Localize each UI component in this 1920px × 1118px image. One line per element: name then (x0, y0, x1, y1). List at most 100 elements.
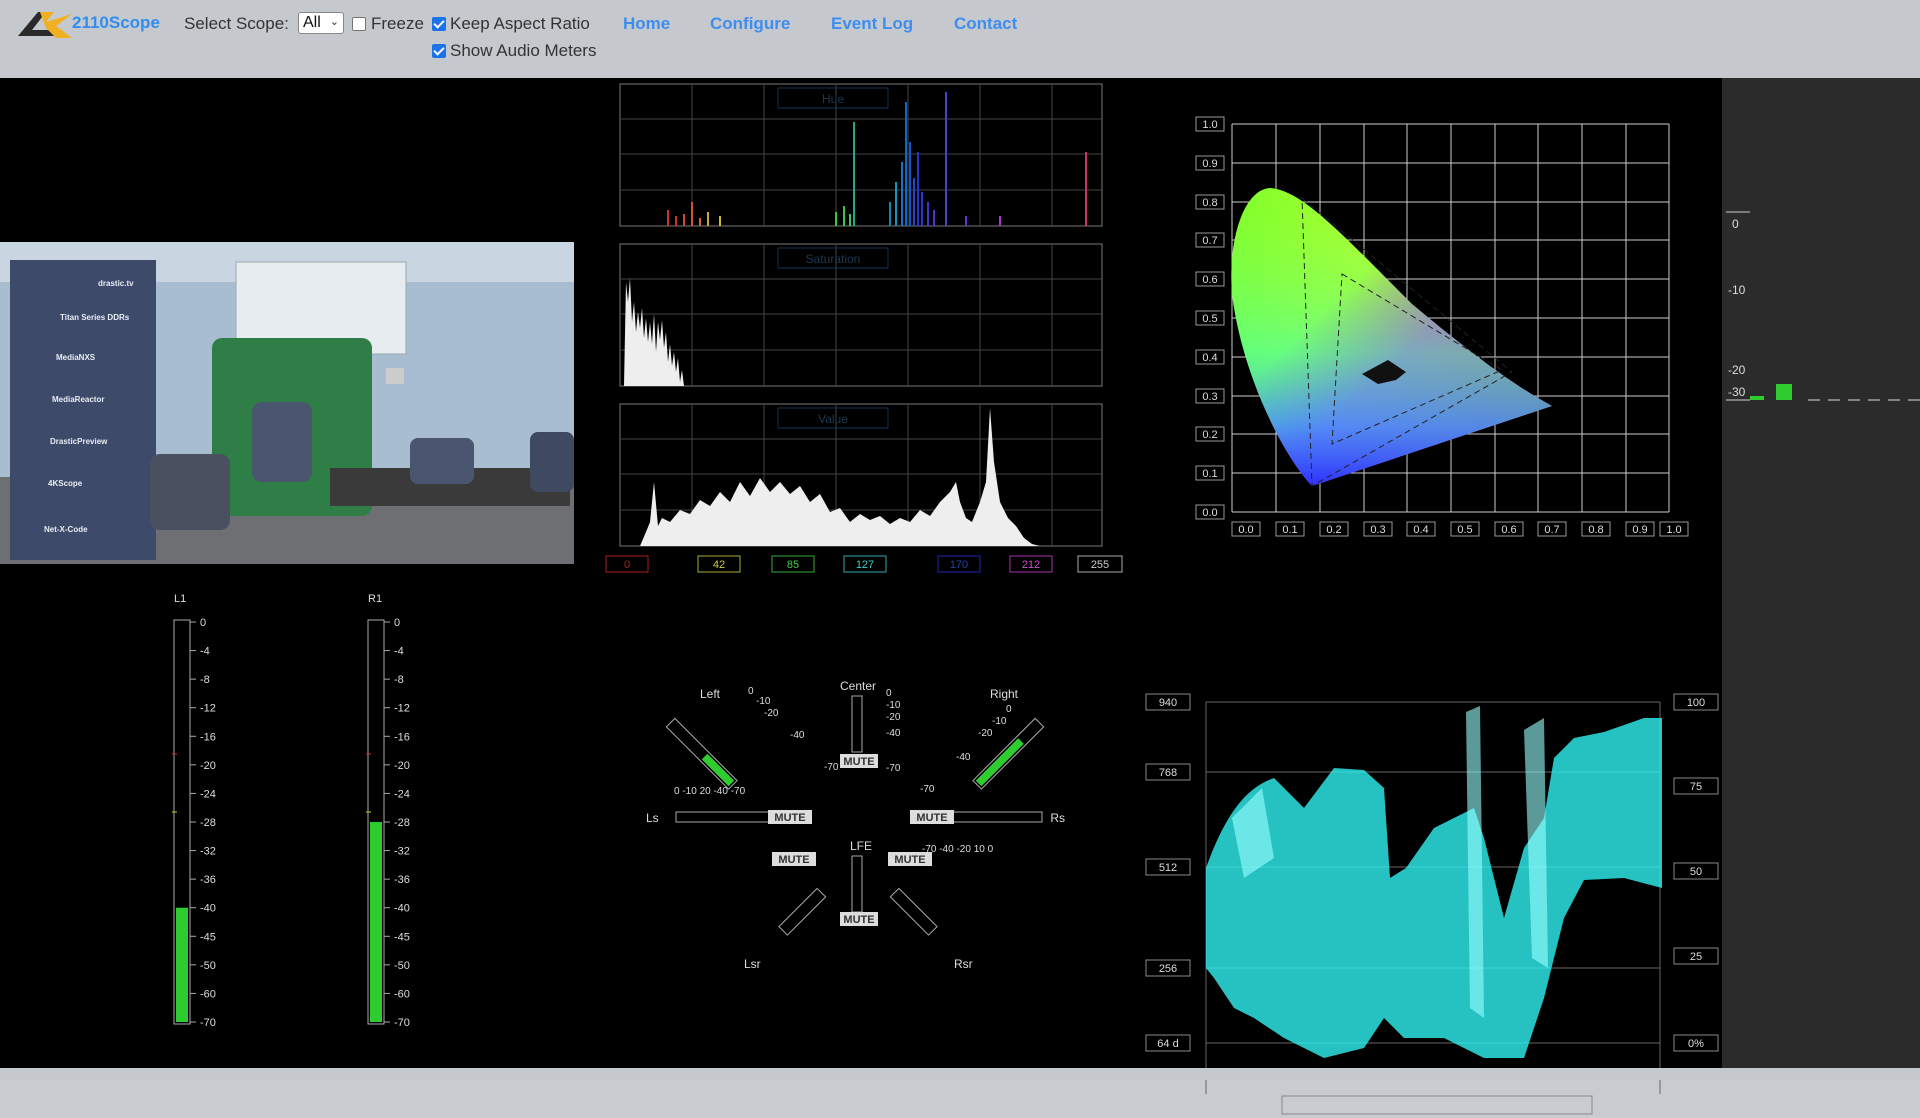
meter-scale-label: -12 (200, 703, 216, 715)
x-tick: 0.6 (1501, 524, 1516, 536)
center-mute[interactable]: MUTE (843, 756, 874, 768)
side-tick: -30 (1728, 385, 1746, 399)
surround-rsr-meter: MUTE (888, 852, 938, 936)
meter-scale-label: -8 (200, 674, 210, 686)
value-title: Value (818, 412, 848, 426)
y-tick: 0.5 (1202, 313, 1217, 325)
scale-label: 0 (748, 686, 754, 697)
nav-event-log[interactable]: Event Log (831, 14, 913, 34)
nav-contact[interactable]: Contact (954, 14, 1017, 34)
banner-item: 4KScope (48, 479, 83, 488)
surround-center-label: Center (840, 679, 876, 693)
surround-left-label: Left (700, 687, 721, 701)
marker-42: 42 (713, 559, 725, 571)
hue-histogram: Hue (619, 83, 1103, 227)
app-brand[interactable]: 2110Scope (72, 13, 160, 33)
ls-mute[interactable]: MUTE (774, 812, 805, 824)
scale-label: -40 (956, 752, 971, 763)
marker-212: 212 (1022, 559, 1040, 571)
y-tick: 0.3 (1202, 391, 1217, 403)
x-tick: 0.1 (1282, 524, 1297, 536)
surround-ls-meter: MUTE 0 -10 20 -40 -70 (674, 786, 812, 824)
cie-x-ticks: 0.0 0.1 0.2 0.3 0.4 0.5 0.6 0.7 0.8 0.9 … (1231, 521, 1689, 537)
video-frame: drastic.tv Titan Series DDRs MediaNXS Me… (0, 242, 574, 564)
scale-label: 0 (1006, 704, 1012, 715)
meter-scale-label: 0 (394, 617, 400, 629)
scale-label: -70 (886, 763, 901, 774)
scale-label: 0 (886, 688, 892, 699)
meter-scale-label: -4 (394, 646, 404, 658)
video-preview: drastic.tv Titan Series DDRs MediaNXS Me… (0, 242, 574, 564)
scale-label: -10 (992, 716, 1007, 727)
scope-select[interactable]: All ⌄ (298, 12, 344, 34)
surround-ls-label: Ls (646, 811, 659, 825)
y-tick: 0.8 (1202, 197, 1217, 209)
nav-home[interactable]: Home (623, 14, 670, 34)
surround-rs-meter: MUTE -70 -40 -20 10 0 (910, 810, 1043, 855)
meter-scale-label: -50 (200, 960, 216, 972)
show-audio-label: Show Audio Meters (450, 41, 597, 60)
meter-scale-label: -16 (200, 731, 216, 743)
meter-scale-label: -24 (200, 788, 216, 800)
meter-scale-label: -40 (200, 903, 216, 915)
surround-right-label: Right (990, 687, 1019, 701)
surround-rs-label: Rs (1050, 811, 1065, 825)
banner-item: Net-X-Code (44, 525, 88, 534)
scale-label: -70 (920, 784, 935, 795)
meter-scale-label: -8 (394, 674, 404, 686)
bottom-strip (0, 1068, 1920, 1080)
waveform-left-ticks: 940 768 512 256 64 d (1145, 693, 1191, 1052)
show-audio-checkbox[interactable] (432, 44, 446, 58)
meter-l1-fill (176, 907, 188, 1022)
y-tick: 0.0 (1202, 507, 1217, 519)
rsr-mute[interactable]: MUTE (894, 854, 925, 866)
surround-rsr-label: Rsr (954, 957, 973, 971)
meter-scale-label: -45 (394, 931, 410, 943)
rs-mute[interactable]: MUTE (916, 812, 947, 824)
y-tick: 0.1 (1202, 468, 1217, 480)
meter-l1: L1 0 -4 -8 -12 -16 -20 -24 -28 -32 -36 -40 -45 -50 -6… (172, 593, 216, 1029)
meter-scale-label: -36 (200, 874, 216, 886)
y-tick: 0.6 (1202, 274, 1217, 286)
x-tick: 0.3 (1370, 524, 1385, 536)
surround-left-meter (665, 717, 738, 790)
scale-label: -20 (886, 712, 901, 723)
scope-stage: drastic.tv Titan Series DDRs MediaNXS Me… (0, 78, 1722, 1115)
meter-scale-label: -60 (394, 988, 410, 1000)
tick: 768 (1159, 767, 1177, 779)
side-tick: 0 (1732, 217, 1739, 231)
scale-label: -10 (886, 700, 901, 711)
surround-lsr-meter: MUTE (772, 852, 827, 936)
scope-select-value: All (303, 14, 321, 31)
nav-configure[interactable]: Configure (710, 14, 790, 34)
ls-scale: 0 -10 20 -40 -70 (674, 786, 746, 797)
freeze-label: Freeze (371, 14, 424, 33)
keep-aspect-checkbox[interactable] (432, 17, 446, 31)
meter-scale-label: -36 (394, 874, 410, 886)
marker-255: 255 (1091, 559, 1109, 571)
marker-170: 170 (950, 559, 968, 571)
hsv-histograms: Hue Saturation Value 0 42 85 127 170 212… (605, 83, 1123, 573)
cie-y-ticks: 1.0 0.9 0.8 0.7 0.6 0.5 0.4 0.3 0.2 0.1 … (1195, 116, 1225, 520)
meter-scale-label: -60 (200, 988, 216, 1000)
waveform-label: y luma (1419, 1098, 1455, 1112)
tick: 100 (1687, 697, 1705, 709)
waveform-right-ticks: 100 75 50 25 0% (1673, 693, 1719, 1052)
side-tick: -20 (1728, 363, 1746, 377)
scale-label: -40 (886, 728, 901, 739)
lfe-mute[interactable]: MUTE (843, 914, 874, 926)
side-tick: -10 (1728, 283, 1746, 297)
saturation-histogram: Saturation (619, 243, 1103, 387)
meter-scale-label: -70 (394, 1017, 410, 1029)
scale-label: -40 (790, 730, 805, 741)
scale-label: -70 (824, 762, 839, 773)
banner-item: MediaNXS (56, 353, 96, 362)
meter-scale-label: -70 (200, 1017, 216, 1029)
meter-scale-label: -50 (394, 960, 410, 972)
x-tick: 0.7 (1544, 524, 1559, 536)
freeze-checkbox[interactable] (352, 17, 366, 31)
meter-scale-label: -16 (394, 731, 410, 743)
lsr-mute[interactable]: MUTE (778, 854, 809, 866)
meter-r1: R1 0 -4 -8 -12 -16 -20 -24 -28 -32 -36 -40 -45 -50 -6… (366, 593, 410, 1029)
tick: 25 (1690, 951, 1702, 963)
